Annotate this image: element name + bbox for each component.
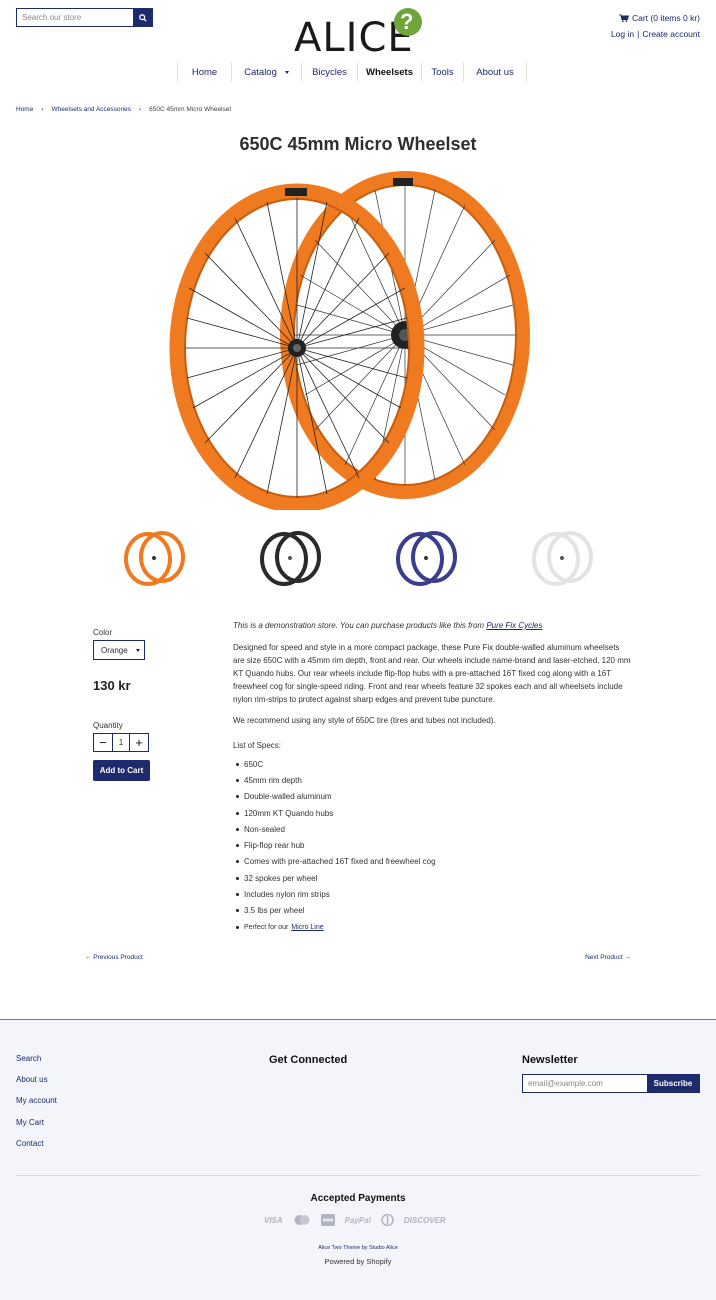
breadcrumb-separator: ›: [41, 106, 44, 113]
footer-link-search[interactable]: Search: [16, 1054, 57, 1075]
store-logo[interactable]: ALICE ?: [294, 8, 424, 58]
search-button[interactable]: [133, 9, 152, 26]
nav-about[interactable]: About us: [463, 62, 527, 82]
paypal-icon: PayPal: [344, 1215, 371, 1225]
tire-note: We recommend using any style of 650C tir…: [233, 716, 496, 725]
spec-item: Double-walled aluminum: [233, 789, 633, 805]
diners-icon: [381, 1214, 394, 1226]
login-link[interactable]: Log in: [611, 26, 634, 42]
specs-heading: List of Specs:: [233, 741, 282, 750]
spec-item: 120mm KT Quando hubs: [233, 805, 633, 821]
thumbnail-orange[interactable]: [124, 531, 185, 586]
product-description: This is a demonstration store. You can p…: [233, 619, 633, 935]
pure-fix-link[interactable]: Pure Fix Cycles: [486, 621, 542, 630]
powered-by[interactable]: Powered by Shopify: [0, 1257, 716, 1266]
breadcrumb-category[interactable]: Wheelsets and Accessories: [52, 106, 131, 113]
quantity-label: Quantity: [93, 721, 123, 730]
quantity-stepper: − 1 +: [93, 733, 149, 752]
search-form: [16, 8, 153, 27]
quantity-input[interactable]: 1: [112, 734, 130, 751]
color-select[interactable]: Orange: [93, 640, 145, 660]
demo-notice: This is a demonstration store. You can p…: [233, 621, 543, 630]
add-to-cart-button[interactable]: Add to Cart: [93, 760, 150, 781]
decrease-button[interactable]: −: [94, 734, 112, 751]
accepted-payments-heading: Accepted Payments: [310, 1193, 406, 1204]
micro-line-link[interactable]: Micro Line: [291, 921, 323, 934]
spec-item: 650C: [233, 756, 633, 772]
cart-link[interactable]: Cart (0 items 0 kr): [611, 10, 700, 26]
product-price: 130 kr: [93, 678, 131, 693]
color-label: Color: [93, 628, 113, 637]
footer-links: Search About us My account My Cart Conta…: [16, 1054, 57, 1160]
create-account-link[interactable]: Create account: [642, 26, 700, 42]
color-select-value: Orange: [101, 645, 128, 655]
spec-item: Includes nylon rim strips: [233, 886, 633, 902]
nav-wheelsets[interactable]: Wheelsets: [357, 62, 421, 82]
logo-mark-icon: ?: [394, 8, 422, 36]
thumbnail-white[interactable]: [532, 531, 593, 586]
product-title: 650C 45mm Micro Wheelset: [239, 134, 477, 154]
discover-icon: DISCOVER: [403, 1215, 446, 1225]
description-paragraph: Designed for speed and style in a more c…: [233, 643, 631, 704]
nav-bicycles[interactable]: Bicycles: [301, 62, 357, 82]
increase-button[interactable]: +: [130, 734, 148, 751]
footer-link-cart[interactable]: My Cart: [16, 1118, 57, 1139]
cart-icon: [619, 14, 629, 22]
previous-product-link[interactable]: ← Previous Product: [85, 954, 143, 961]
spec-item: Non-sealed: [233, 821, 633, 837]
breadcrumb-home[interactable]: Home: [16, 106, 33, 113]
footer-link-contact[interactable]: Contact: [16, 1139, 57, 1160]
thumbnail-navy[interactable]: [396, 531, 457, 586]
get-connected-heading: Get Connected: [269, 1054, 348, 1066]
cart-label: Cart (0 items 0 kr): [631, 13, 700, 23]
payment-icons: VISA PayPal DISCOVER: [264, 1214, 446, 1226]
spec-item: 3.5 lbs per wheel: [233, 903, 633, 919]
theme-credit[interactable]: Alice Two Theme by Studio Alice: [0, 1245, 716, 1251]
specs-list: 650C 45mm rim depth Double-walled alumin…: [233, 756, 633, 935]
mastercard-icon: [294, 1215, 310, 1225]
search-icon: [138, 13, 147, 22]
search-input[interactable]: [17, 9, 133, 26]
thumbnail-black[interactable]: [260, 531, 321, 586]
chevron-down-icon: [135, 648, 140, 652]
spec-item: 45mm rim depth: [233, 772, 633, 788]
product-main-image[interactable]: [160, 170, 560, 510]
breadcrumb-separator: ›: [139, 106, 142, 113]
footer-link-about[interactable]: About us: [16, 1075, 57, 1096]
newsletter-form: Subscribe: [522, 1074, 700, 1093]
amex-icon: [320, 1214, 335, 1226]
product-thumbnails: [124, 531, 593, 586]
nav-catalog[interactable]: Catalog: [231, 62, 301, 82]
chevron-down-icon: [284, 70, 289, 74]
breadcrumb-current: 650C 45mm Micro Wheelset: [149, 106, 232, 113]
account-separator: |: [637, 29, 640, 39]
spec-item: 32 spokes per wheel: [233, 870, 633, 886]
visa-icon: VISA: [264, 1215, 283, 1225]
subscribe-button[interactable]: Subscribe: [647, 1075, 699, 1092]
next-product-link[interactable]: Next Product →: [585, 954, 631, 961]
newsletter-email-input[interactable]: [523, 1075, 647, 1092]
breadcrumb: Home › Wheelsets and Accessories › 650C …: [16, 106, 231, 113]
nav-tools[interactable]: Tools: [421, 62, 463, 82]
footer-link-account[interactable]: My account: [16, 1096, 57, 1117]
footer-divider: [16, 1175, 700, 1176]
spec-item: Comes with pre-attached 16T fixed and fr…: [233, 854, 633, 870]
account-area: Cart (0 items 0 kr) Log in | Create acco…: [611, 10, 700, 42]
spec-item: Flip-flop rear hub: [233, 837, 633, 853]
spec-item-micro-line: Perfect for our Micro Line: [233, 919, 633, 935]
newsletter-heading: Newsletter: [522, 1054, 578, 1066]
nav-home[interactable]: Home: [177, 62, 231, 82]
main-nav: Home Catalog Bicycles Wheelsets Tools Ab…: [177, 62, 527, 82]
